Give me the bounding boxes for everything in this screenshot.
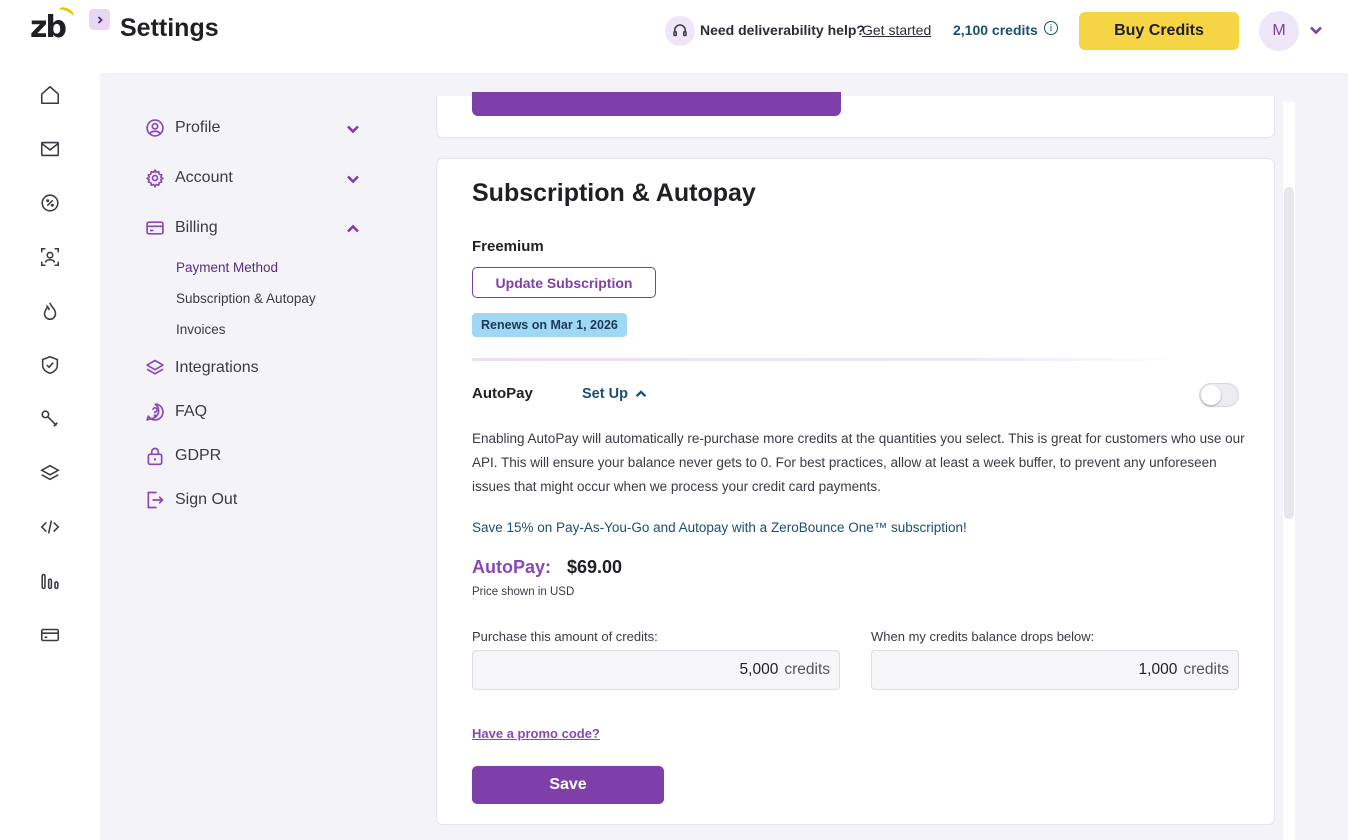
buy-credits-button[interactable]: Buy Credits	[1079, 12, 1239, 50]
nav-label: GDPR	[175, 447, 222, 464]
price-currency-note: Price shown in USD	[472, 586, 575, 598]
layers-icon[interactable]	[38, 461, 62, 485]
nav-label: FAQ	[175, 403, 208, 420]
threshold-label: When my credits balance drops below:	[871, 629, 1095, 644]
left-rail: zb	[0, 0, 100, 840]
subscription-autopay-card: Subscription & Autopay Freemium Update S…	[436, 158, 1275, 825]
purchase-amount-label: Purchase this amount of credits:	[472, 629, 658, 644]
nav-billing[interactable]: Billing	[145, 216, 218, 240]
purchase-amount-field[interactable]: 5,000 credits	[472, 650, 840, 690]
top-header: Settings Need deliverability help? Get s…	[100, 0, 1348, 73]
setup-toggle-link[interactable]: Set Up	[582, 386, 648, 402]
shield-check-icon[interactable]	[38, 353, 62, 377]
plan-name: Freemium	[472, 238, 544, 255]
code-icon[interactable]	[38, 515, 62, 539]
user-circle-icon	[145, 118, 165, 138]
chevron-down-icon[interactable]	[345, 171, 361, 187]
credit-card-icon[interactable]	[38, 623, 62, 647]
purchase-amount-value: 5,000	[739, 661, 779, 678]
nav-sub-payment-method[interactable]: Payment Method	[176, 260, 278, 275]
tools-icon[interactable]	[38, 407, 62, 431]
question-icon	[145, 402, 165, 422]
get-started-link[interactable]: Get started	[862, 22, 931, 38]
avatar[interactable]: M	[1259, 11, 1299, 51]
credits-unit: credits	[1183, 661, 1229, 678]
autopay-label: AutoPay	[472, 385, 533, 402]
zerobounce-one-promo: Save 15% on Pay-As-You-Go and Autopay wi…	[472, 520, 967, 535]
renew-date-badge: Renews on Mar 1, 2026	[472, 313, 627, 337]
nav-profile[interactable]: Profile	[145, 116, 220, 140]
credit-card-icon	[145, 218, 165, 238]
nav-label: Integrations	[175, 359, 259, 376]
layers-icon	[145, 358, 165, 378]
info-icon[interactable]: i	[1044, 21, 1058, 35]
nav-label: Account	[175, 169, 233, 186]
payment-method-card	[436, 92, 1275, 138]
toggle-knob	[1201, 385, 1221, 405]
bar-chart-icon[interactable]	[38, 569, 62, 593]
nav-label: Profile	[175, 119, 221, 136]
nav-sign-out[interactable]: Sign Out	[145, 488, 237, 512]
gear-icon	[145, 168, 165, 188]
contact-scan-icon[interactable]	[38, 245, 62, 269]
save-button[interactable]: Save	[472, 766, 664, 804]
update-subscription-button[interactable]: Update Subscription	[472, 267, 656, 298]
nav-gdpr[interactable]: GDPR	[145, 444, 221, 468]
chevron-up-icon[interactable]	[345, 221, 361, 237]
autopay-description: Enabling AutoPay will automatically re-p…	[472, 431, 1245, 494]
mail-icon[interactable]	[38, 137, 62, 161]
autopay-toggle[interactable]	[1199, 383, 1239, 407]
credits-unit: credits	[784, 661, 830, 678]
chevron-down-icon[interactable]	[1308, 22, 1324, 38]
autopay-price: $69.00	[567, 557, 623, 577]
nav-account[interactable]: Account	[145, 166, 233, 190]
promo-code-link[interactable]: Have a promo code?	[472, 726, 600, 741]
nav-integrations[interactable]: Integrations	[145, 356, 259, 380]
credits-balance: 2,100 credits	[953, 22, 1038, 38]
threshold-field[interactable]: 1,000 credits	[871, 650, 1239, 690]
help-text: Need deliverability help?	[700, 22, 865, 38]
setup-label: Set Up	[582, 386, 628, 402]
chevron-down-icon[interactable]	[345, 121, 361, 137]
payment-method-button[interactable]	[472, 92, 841, 116]
threshold-value: 1,000	[1138, 661, 1178, 678]
nav-label: Sign Out	[175, 491, 238, 508]
nav-faq[interactable]: FAQ	[145, 400, 207, 424]
expand-sidebar-button[interactable]	[89, 9, 110, 30]
nav-sub-invoices[interactable]: Invoices	[176, 322, 226, 337]
headset-icon	[665, 16, 695, 46]
nav-sub-subscription-autopay[interactable]: Subscription & Autopay	[176, 291, 316, 306]
scrollbar[interactable]	[1284, 187, 1294, 519]
section-title: Subscription & Autopay	[472, 179, 756, 207]
nav-label: Billing	[175, 219, 218, 236]
lock-icon	[145, 446, 165, 466]
flame-icon[interactable]	[38, 299, 62, 323]
sign-out-icon	[145, 490, 165, 510]
chevron-up-icon	[635, 390, 647, 397]
percent-badge-icon[interactable]	[38, 191, 62, 215]
zb-logo[interactable]: zb	[30, 5, 76, 46]
autopay-price-label: AutoPay:	[472, 557, 552, 577]
page-title: Settings	[120, 14, 219, 42]
home-icon[interactable]	[38, 83, 62, 107]
divider	[472, 358, 1182, 361]
